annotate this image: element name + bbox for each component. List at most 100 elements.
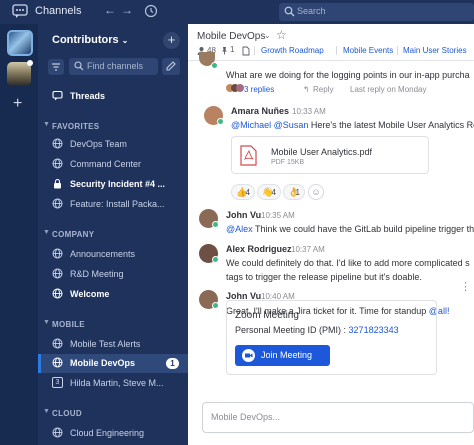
find-channels-input[interactable]: Find channels [69, 58, 158, 75]
meeting-id-value[interactable]: 3271823343 [349, 325, 399, 335]
reaction-thumbs-up[interactable]: 👍 4 [231, 184, 255, 200]
filter-button[interactable] [48, 59, 64, 75]
team-icon[interactable] [7, 62, 31, 86]
sidebar-item-feature-install[interactable]: Feature: Install Packa... [38, 196, 188, 213]
top-bar: Channels ← → Search [0, 0, 474, 24]
team-name: Contributors [52, 34, 119, 46]
message-author[interactable]: Alex Rodriguez [226, 244, 292, 254]
add-reaction-icon[interactable]: ☺ [308, 184, 324, 200]
team-name-menu[interactable]: Contributors ⌄ [52, 34, 128, 46]
reaction-count: 4 [245, 188, 250, 197]
app-title: Channels [35, 5, 82, 17]
divider [336, 46, 337, 55]
pinned-count[interactable]: 1 [230, 45, 234, 54]
filter-icon [52, 63, 60, 71]
sidebar-item-mobile-devops[interactable]: Mobile DevOps 1 [38, 354, 188, 373]
globe-icon [52, 427, 63, 438]
forward-arrow-icon[interactable]: → [121, 3, 133, 17]
sidebar-item-label: Welcome [70, 289, 110, 299]
files-icon[interactable] [241, 46, 251, 56]
file-size: 15KB [286, 159, 305, 166]
globe-icon [52, 338, 63, 349]
globe-icon [52, 158, 63, 169]
search-icon [74, 61, 84, 71]
sidebar-item-label: Cloud Engineering [70, 428, 145, 438]
online-status-icon [217, 118, 224, 125]
reaction-wave[interactable]: 👋 4 [257, 184, 281, 200]
sidebar-item-label: Hilda Martin, Steve M... [70, 378, 164, 388]
sidebar-item-group-dm[interactable]: 3 Hilda Martin, Steve M... [38, 375, 188, 392]
category-label: MOBILE [52, 320, 85, 329]
sidebar-item-announcements[interactable]: Announcements [38, 246, 188, 263]
sidebar-item-cloud-engineering[interactable]: Cloud Engineering [38, 425, 188, 442]
search-input[interactable]: Search [279, 3, 474, 21]
zoom-title: Zoom Meeting [235, 310, 299, 321]
sidebar-item-label: Security Incident #4 ... [70, 179, 166, 189]
sidebar-item-label: Feature: Install Packa... [70, 199, 165, 209]
join-meeting-button[interactable]: Join Meeting [235, 345, 330, 366]
sidebar-item-rd-meeting[interactable]: R&D Meeting [38, 266, 188, 283]
back-arrow-icon[interactable]: ← [104, 3, 116, 17]
message-author[interactable]: John Vu [226, 210, 261, 220]
new-message-button[interactable] [162, 58, 180, 75]
message-text: @Alex Think we could have the GitLab bui… [226, 224, 474, 234]
add-channel-button[interactable]: + [163, 32, 180, 49]
search-placeholder: Search [297, 6, 326, 16]
message-body: Here's the latest Mobile User Analytics … [310, 120, 474, 130]
category-mobile[interactable]: ▼ MOBILE [38, 318, 188, 331]
bookmark-mobile-events[interactable]: Mobile Events [343, 46, 393, 55]
sidebar-item-label: R&D Meeting [70, 269, 124, 279]
channel-sidebar: Contributors ⌄ + Find channels Threads ▼… [38, 24, 188, 445]
group-dm-icon: 3 [52, 377, 63, 388]
mention[interactable]: @Susan [274, 120, 309, 130]
file-attachment[interactable]: Mobile User Analytics.pdf PDF 15KB [231, 136, 429, 174]
chevron-down-icon[interactable]: ⌄ [264, 31, 271, 40]
online-status-icon [211, 62, 218, 69]
sidebar-item-label: Threads [70, 91, 106, 101]
message-compose-input[interactable]: Mobile DevOps... [202, 402, 474, 433]
team-icon-active[interactable] [7, 30, 33, 56]
message-body: Think we could have the GitLab build pip… [255, 224, 474, 234]
message-time[interactable]: 10:33 AM [292, 107, 326, 116]
sidebar-item-threads[interactable]: Threads [38, 88, 188, 105]
online-status-icon [212, 221, 219, 228]
mention[interactable]: @Alex [226, 224, 253, 234]
chevron-down-icon: ▼ [43, 408, 50, 415]
mention[interactable]: @Michael [231, 120, 271, 130]
reply-avatars [226, 84, 244, 93]
sidebar-item-mobile-test-alerts[interactable]: Mobile Test Alerts [38, 336, 188, 353]
zoom-meeting-card: Zoom Meeting Personal Meeting ID (PMI) :… [226, 300, 437, 375]
category-cloud[interactable]: ▼ CLOUD [38, 407, 188, 420]
pin-icon[interactable] [220, 46, 229, 55]
reaction-count: 4 [271, 188, 276, 197]
reply-button[interactable]: Reply [313, 85, 333, 94]
globe-icon [52, 138, 63, 149]
bookmark-main-user-stories[interactable]: Main User Stories [403, 46, 467, 55]
meeting-id-label: Personal Meeting ID (PMI) : [235, 325, 349, 335]
message-time[interactable]: 10:37 AM [291, 245, 325, 254]
reaction-ok-hand[interactable]: 👌 1 [283, 184, 305, 200]
file-name: Mobile User Analytics.pdf [271, 147, 373, 157]
online-status-icon [212, 256, 219, 263]
add-team-icon[interactable]: + [13, 95, 22, 113]
category-favorites[interactable]: ▼ FAVORITES [38, 120, 188, 133]
replies-link[interactable]: 3 replies [244, 85, 274, 94]
more-options-icon[interactable]: ⋮ [460, 280, 471, 293]
star-icon[interactable]: ☆ [276, 28, 287, 42]
message-text: @Michael @Susan Here's the latest Mobile… [231, 120, 474, 130]
history-icon[interactable] [144, 4, 158, 18]
channel-title[interactable]: Mobile DevOps [197, 31, 265, 42]
message-author[interactable]: Amara Nuñes [231, 106, 289, 116]
message-time[interactable]: 10:35 AM [261, 211, 295, 220]
sidebar-item-security-incident[interactable]: Security Incident #4 ... [38, 176, 188, 193]
globe-icon [52, 248, 63, 259]
meeting-id: Personal Meeting ID (PMI) : 3271823343 [235, 325, 399, 335]
divider [254, 46, 255, 55]
globe-icon [52, 198, 63, 209]
sidebar-item-welcome[interactable]: Welcome [38, 286, 188, 303]
sidebar-item-command-center[interactable]: Command Center [38, 156, 188, 173]
reply-arrow-icon[interactable]: ↰ [303, 85, 310, 94]
bookmark-growth-roadmap[interactable]: Growth Roadmap [261, 46, 324, 55]
category-company[interactable]: ▼ COMPANY [38, 228, 188, 241]
sidebar-item-devops-team[interactable]: DevOps Team [38, 136, 188, 153]
